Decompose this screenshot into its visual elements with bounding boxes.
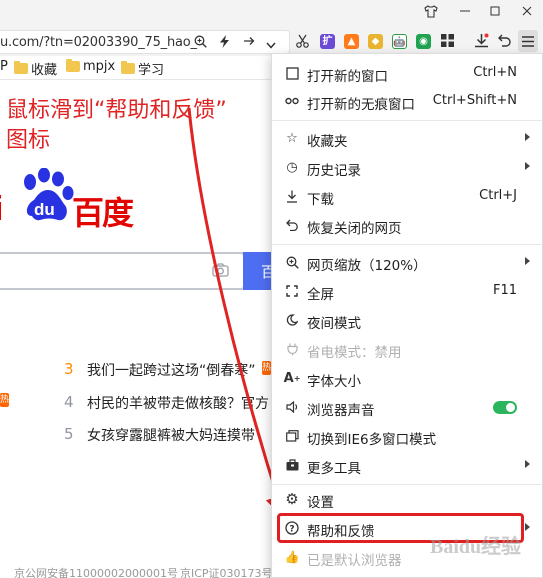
annotation-line-1: 鼠标滑到“帮助和反馈” [6, 98, 227, 123]
menu-item-favorites[interactable]: ☆ 收藏夹 [272, 125, 542, 153]
submenu-arrow-icon [525, 523, 530, 531]
menu-divider [272, 120, 542, 121]
logo-text-right: 百度 [72, 194, 134, 232]
apps-grid-icon[interactable] [441, 34, 454, 51]
menu-item-night-mode[interactable]: 夜间模式 [272, 307, 542, 335]
font-size-icon: A + [283, 370, 301, 386]
fox-extension-icon[interactable]: ▲ [344, 34, 359, 49]
bookmark-folder-mpjx[interactable]: mpjx [66, 59, 115, 74]
url-text: u.com/?tn=02003390_75_hao_ [0, 35, 197, 50]
extension-icon[interactable]: 扩 [320, 34, 335, 49]
menu-icon[interactable] [518, 30, 538, 52]
title-bar [0, 0, 543, 28]
download-icon [284, 188, 300, 204]
bookmark-folder-study[interactable]: 学习 [121, 59, 164, 78]
menu-item-font-size[interactable]: A + 字体大小 [272, 365, 542, 393]
zoom-in-icon [284, 254, 300, 270]
submenu-arrow-icon [525, 460, 530, 468]
moon-icon [284, 312, 300, 328]
address-bar[interactable]: u.com/?tn=02003390_75_hao_ [0, 30, 290, 54]
browser-main-menu: 打开新的窗口 Ctrl+N 打开新的无痕窗口 Ctrl+Shift+N ☆ 收藏… [271, 53, 543, 578]
menu-item-new-window[interactable]: 打开新的窗口 Ctrl+N [272, 60, 542, 88]
toolbar: u.com/?tn=02003390_75_hao_ 扩 ▲ ◆ 🤖 ◉ [0, 28, 543, 56]
bookmark-item[interactable]: P [0, 59, 8, 74]
menu-item-ie6-mode[interactable]: 切换到IE6多窗口模式 [272, 423, 542, 451]
search-input[interactable] [0, 252, 245, 290]
submenu-arrow-icon [525, 257, 530, 265]
clock-icon: ◷ [286, 159, 298, 175]
game-extension-icon[interactable]: ◆ [368, 34, 383, 49]
minimize-icon[interactable] [450, 0, 480, 22]
menu-item-more-tools[interactable]: 更多工具 [272, 452, 542, 480]
baidu-logo[interactable]: i du 百度 [0, 168, 154, 232]
menu-item-settings[interactable]: ⚙ 设置 [272, 486, 542, 514]
lightning-icon[interactable] [219, 35, 230, 52]
menu-item-download[interactable]: 下载 Ctrl+J [272, 183, 542, 211]
annotation-line-2: 图标 [6, 128, 51, 153]
incognito-icon [284, 93, 300, 109]
menu-item-history[interactable]: ◷ 历史记录 [272, 154, 542, 182]
restore-icon[interactable] [480, 0, 510, 22]
folder-icon [14, 61, 28, 74]
multi-window-icon [284, 428, 300, 444]
submenu-arrow-icon [525, 162, 530, 170]
hot-rank-5: 5 [64, 425, 74, 443]
close-icon[interactable] [512, 0, 542, 22]
bookmark-folder-favorites[interactable]: 收藏 [14, 59, 57, 78]
menu-item-new-incognito[interactable]: 打开新的无痕窗口 Ctrl+Shift+N [272, 88, 542, 116]
fullscreen-icon [284, 283, 300, 299]
gear-icon: ⚙ [285, 490, 299, 508]
folder-icon [66, 59, 80, 72]
footer-record-right[interactable]: 京ICP证030173号 [180, 565, 273, 578]
speaker-icon [284, 399, 300, 415]
hot-tag: 热 [0, 393, 10, 407]
undo-icon[interactable] [498, 34, 511, 51]
toolbox-icon [284, 457, 300, 473]
new-window-icon [284, 65, 300, 81]
restore-tab-icon [284, 217, 300, 233]
logo-text-left: i [0, 190, 4, 229]
hot-item-3[interactable]: 我们一起跨过这场“倒春寒” [87, 360, 256, 380]
address-icon[interactable] [243, 35, 255, 51]
menu-item-power-save: 省电模式：禁用 [272, 336, 542, 364]
zoom-icon[interactable] [194, 35, 207, 52]
hot-rank-4: 4 [64, 393, 74, 411]
logo-paw-text: du [34, 200, 55, 219]
menu-item-fullscreen[interactable]: 全屏 F11 [272, 278, 542, 306]
watermark: Baidu经验 [430, 536, 522, 558]
footer-record-left[interactable]: 京公网安备11000002000001号 [14, 565, 178, 578]
hot-item-5[interactable]: 女孩穿露腿裤被大妈连摸带 [87, 425, 255, 445]
scissors-icon[interactable] [296, 34, 309, 52]
hot-item-4[interactable]: 村民的羊被带走做核酸？官方 [87, 393, 269, 413]
chevron-down-icon[interactable] [266, 38, 276, 53]
menu-item-zoom[interactable]: 网页缩放（120%） [272, 249, 542, 277]
instruction-annotation: 鼠标滑到“帮助和反馈” 图标 [6, 96, 227, 156]
shirt-icon[interactable] [416, 0, 446, 22]
android-extension-icon[interactable]: 🤖 [392, 34, 407, 49]
star-icon: ☆ [286, 130, 298, 146]
sound-toggle[interactable] [493, 401, 517, 414]
menu-divider [272, 484, 542, 485]
menu-item-restore-closed[interactable]: 恢复关闭的网页 [272, 212, 542, 240]
plug-icon [284, 341, 300, 357]
submenu-arrow-icon [525, 133, 530, 141]
hot-tag: 热 [262, 361, 272, 375]
menu-item-browser-sound[interactable]: 浏览器声音 [272, 394, 542, 422]
thumbs-up-icon: 👍 [284, 550, 300, 564]
hot-rank-3: 3 [64, 360, 74, 378]
wechat-extension-icon[interactable]: ◉ [416, 34, 431, 49]
menu-divider [272, 244, 542, 245]
downloads-icon[interactable] [474, 33, 489, 52]
folder-icon [121, 61, 135, 74]
camera-icon[interactable] [212, 263, 229, 281]
